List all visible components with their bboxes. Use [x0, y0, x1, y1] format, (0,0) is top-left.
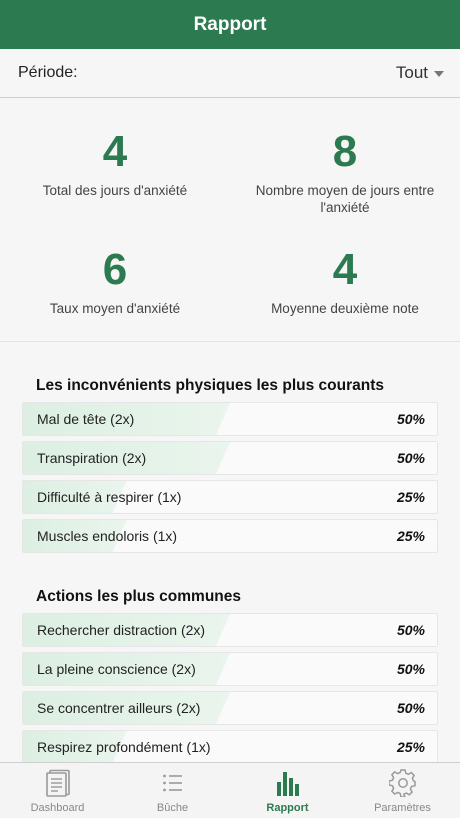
bottom-tab-bar: Dashboard Bûche Rapport Paramètres [0, 762, 460, 818]
actions-list: Rechercher distraction (2x) 50% La pleine … [22, 613, 438, 764]
stat-value: 6 [102, 245, 128, 294]
item-label: Mal de tête (2x) [37, 411, 135, 427]
gear-icon [388, 768, 418, 798]
period-bar: Période: Tout [0, 49, 460, 98]
app-header: Rapport [0, 0, 460, 49]
item-label: Respirez profondément (1x) [37, 739, 211, 755]
list-item: Mal de tête (2x) 50% [22, 402, 438, 436]
stat-value: 4 [102, 127, 128, 176]
tab-settings[interactable]: Paramètres [345, 763, 460, 818]
section-title: Actions les plus communes [36, 588, 241, 605]
actions-section: Actions les plus communes Rechercher dis… [0, 585, 460, 764]
list-icon [158, 768, 188, 798]
tab-report[interactable]: Rapport [230, 763, 345, 818]
item-percent: 25% [396, 528, 425, 544]
stat-label: Taux moyen d'anxiété [49, 301, 181, 316]
tab-label: Rapport [266, 802, 309, 814]
period-select[interactable]: Tout [396, 63, 444, 83]
stat-value: 4 [332, 245, 358, 294]
stat-avg-days-between: 8 Nombre moyen de jours entre l'anxiété [230, 128, 460, 216]
item-percent: 50% [396, 700, 425, 716]
page-title: Rapport [193, 13, 267, 35]
item-percent: 50% [396, 622, 425, 638]
dashboard-icon [43, 768, 73, 798]
item-label: Muscles endoloris (1x) [37, 528, 178, 544]
tab-label: Dashboard [30, 802, 85, 814]
item-label: Difficulté à respirer (1x) [37, 489, 182, 505]
tab-dashboard[interactable]: Dashboard [0, 763, 115, 818]
tab-label: Paramètres [374, 802, 431, 814]
list-item: Transpiration (2x) 50% [22, 441, 438, 475]
list-item: La pleine conscience (2x) 50% [22, 652, 438, 686]
tab-label: Bûche [156, 802, 189, 814]
list-item: Muscles endoloris (1x) 25% [22, 519, 438, 553]
list-item: Se concentrer ailleurs (2x) 50% [22, 691, 438, 725]
item-percent: 50% [396, 411, 425, 427]
item-percent: 25% [396, 739, 425, 755]
stat-label: Moyenne deuxième note [271, 301, 419, 316]
item-percent: 50% [396, 661, 425, 677]
bar-chart-icon [273, 768, 303, 798]
tab-log[interactable]: Bûche [115, 763, 230, 818]
stat-label: Nombre moyen de jours entre l'anxiété [255, 183, 435, 215]
physical-list: Mal de tête (2x) 50% Transpiration (2x) 50%… [22, 402, 438, 553]
section-title: Les inconvénients physiques les plus cou… [36, 377, 384, 394]
chevron-down-icon [434, 71, 444, 77]
stat-value: 8 [332, 127, 358, 176]
list-item: Difficulté à respirer (1x) 25% [22, 480, 438, 514]
item-label: Rechercher distraction (2x) [37, 622, 206, 638]
stat-avg-second-rating: 4 Moyenne deuxième note [230, 246, 460, 317]
stat-label: Total des jours d'anxiété [42, 183, 188, 198]
stats-panel: 4 Total des jours d'anxiété 8 Nombre moy… [0, 98, 460, 342]
item-label: Se concentrer ailleurs (2x) [37, 700, 201, 716]
item-percent: 25% [396, 489, 425, 505]
period-value: Tout [395, 63, 428, 82]
list-item: Respirez profondément (1x) 25% [22, 730, 438, 764]
item-percent: 50% [396, 450, 425, 466]
period-label: Période: [18, 64, 78, 81]
item-label: Transpiration (2x) [37, 450, 147, 466]
list-item: Rechercher distraction (2x) 50% [22, 613, 438, 647]
item-label: La pleine conscience (2x) [37, 661, 196, 677]
stat-avg-rate: 6 Taux moyen d'anxiété [0, 246, 230, 317]
stat-total-days: 4 Total des jours d'anxiété [0, 128, 230, 199]
physical-section: Les inconvénients physiques les plus cou… [0, 374, 460, 553]
